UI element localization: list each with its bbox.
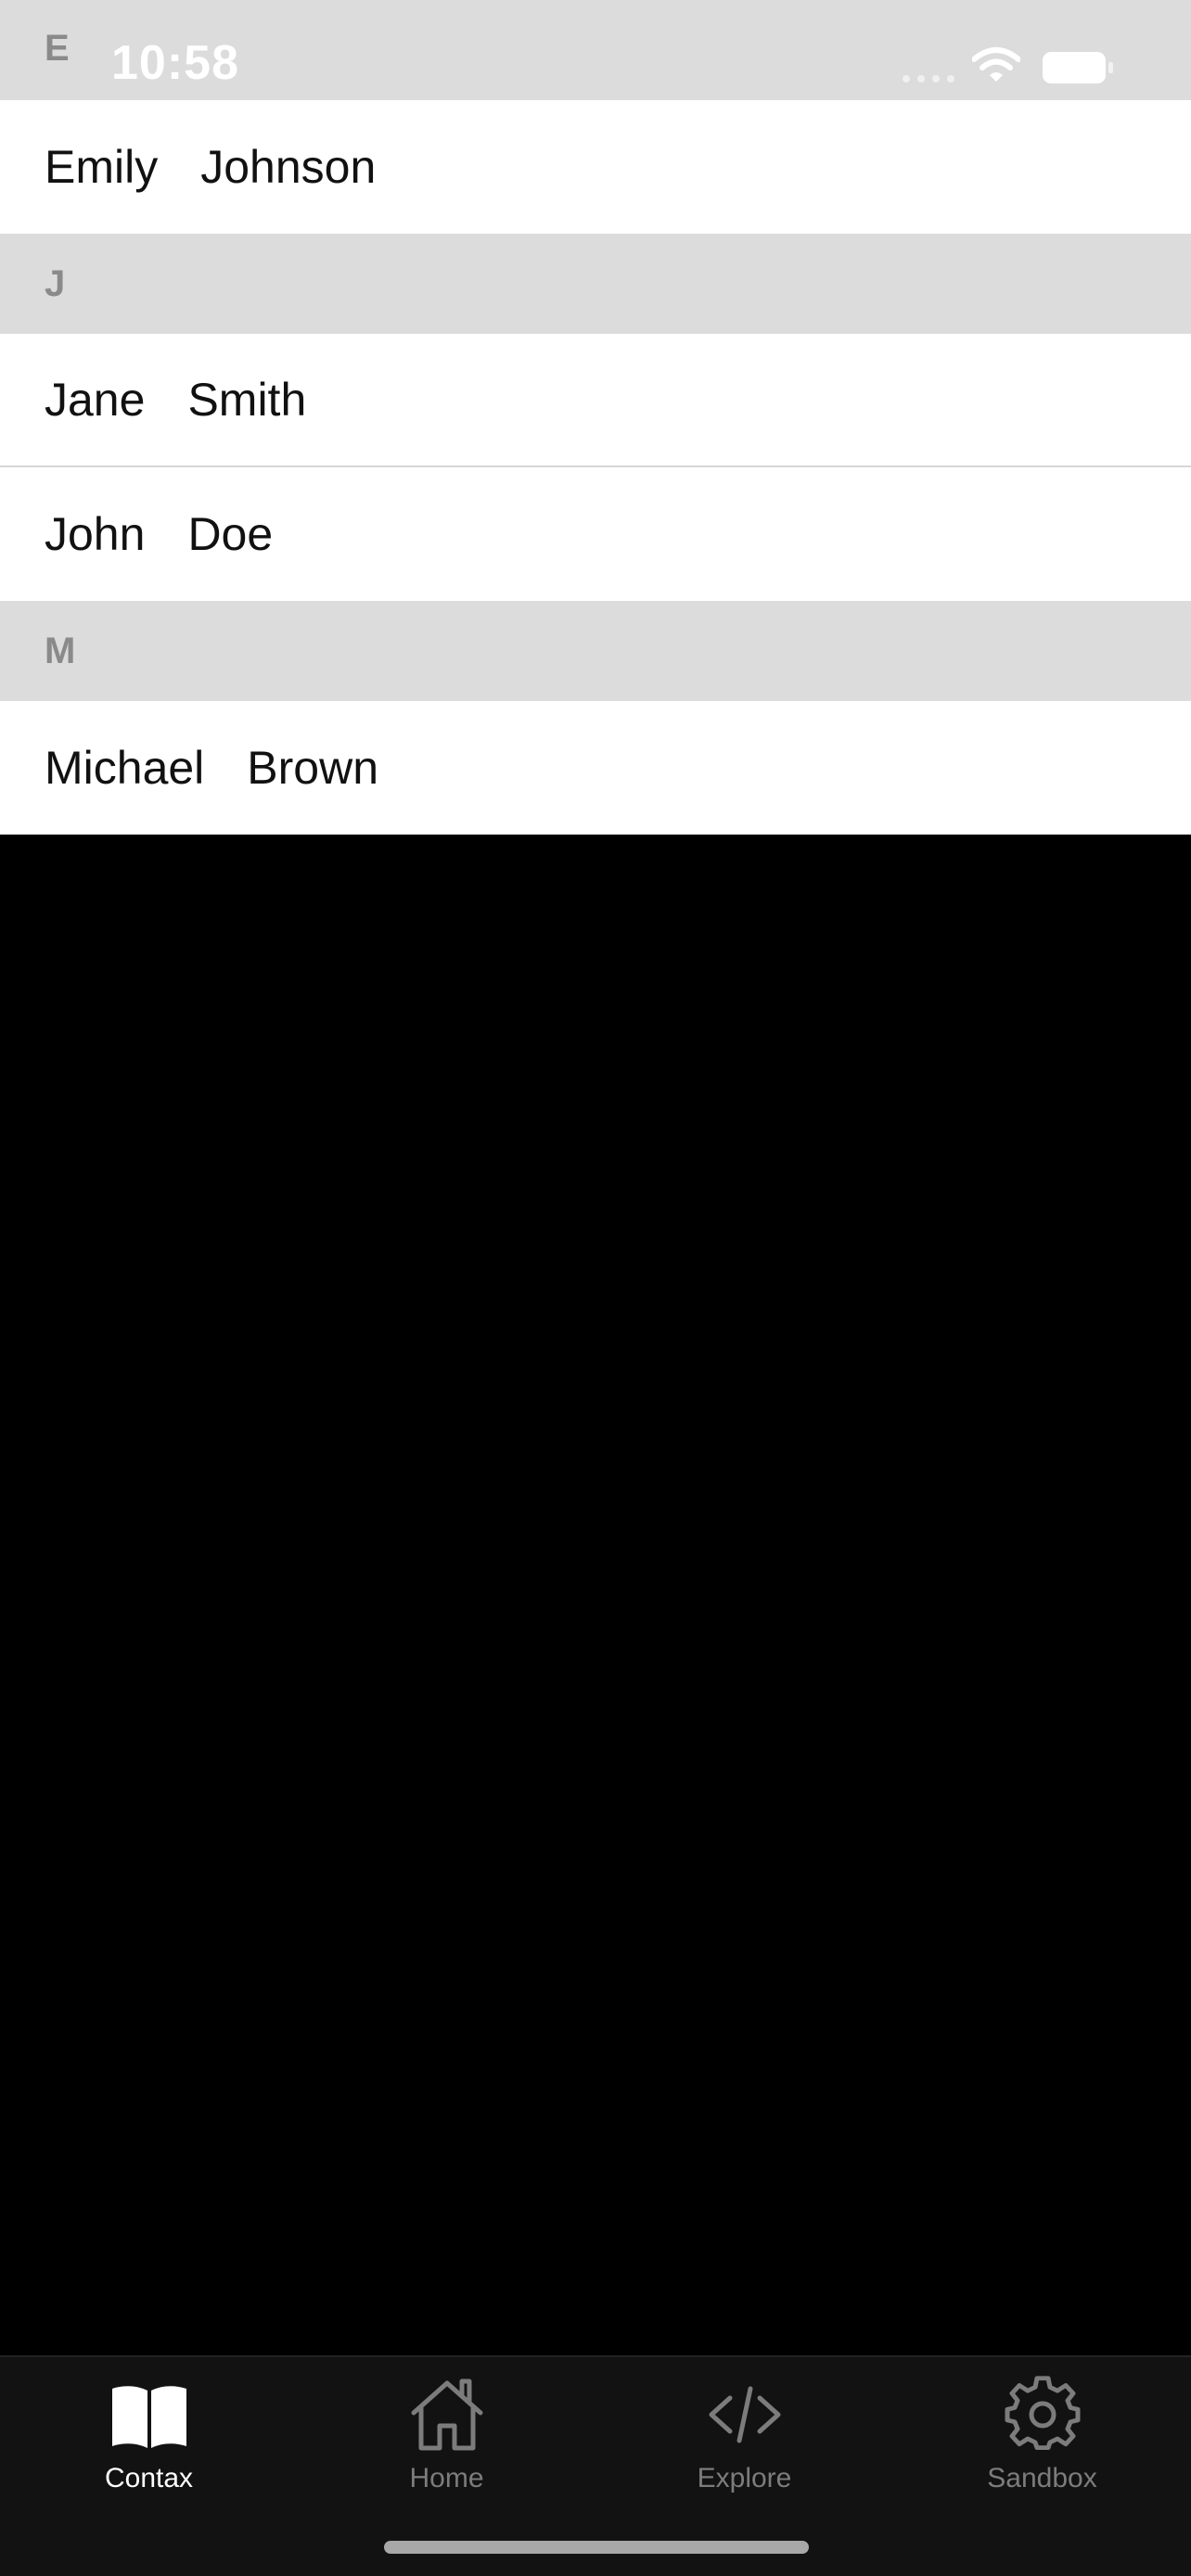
contact-first-name: John xyxy=(45,508,146,560)
contact-row-john-doe[interactable]: John Doe xyxy=(0,467,1191,601)
contact-last-name: Doe xyxy=(187,508,274,560)
tab-label: Sandbox xyxy=(987,2463,1097,2493)
section-header-e: E xyxy=(0,0,1191,100)
home-indicator[interactable] xyxy=(384,2541,809,2554)
tab-contax[interactable]: Contax xyxy=(0,2357,298,2515)
contacts-list: E Emily Johnson J Jane Smith John Doe M … xyxy=(0,0,1191,835)
contact-last-name: Brown xyxy=(247,742,379,794)
tab-label: Explore xyxy=(697,2463,792,2493)
contact-row-emily-johnson[interactable]: Emily Johnson xyxy=(0,100,1191,234)
home-icon xyxy=(411,2378,482,2451)
contact-row-michael-brown[interactable]: Michael Brown xyxy=(0,701,1191,835)
contact-first-name: Michael xyxy=(45,742,205,794)
contact-first-name: Emily xyxy=(45,141,159,193)
section-header-j: J xyxy=(0,234,1191,334)
section-header-m: M xyxy=(0,601,1191,701)
contact-last-name: Johnson xyxy=(200,141,377,193)
tab-label: Contax xyxy=(104,2463,194,2493)
section-letter: J xyxy=(45,262,66,304)
tab-explore[interactable]: Explore xyxy=(596,2357,893,2515)
section-letter: E xyxy=(45,28,70,69)
book-icon xyxy=(111,2386,186,2448)
tab-home[interactable]: Home xyxy=(298,2357,596,2515)
tab-label: Home xyxy=(409,2463,484,2493)
code-icon xyxy=(709,2386,780,2443)
section-letter: M xyxy=(45,630,76,671)
contact-last-name: Smith xyxy=(187,374,307,426)
gear-icon xyxy=(1005,2376,1080,2451)
tab-sandbox[interactable]: Sandbox xyxy=(893,2357,1191,2515)
contact-first-name: Jane xyxy=(45,374,146,426)
contact-row-jane-smith[interactable]: Jane Smith xyxy=(0,334,1191,467)
